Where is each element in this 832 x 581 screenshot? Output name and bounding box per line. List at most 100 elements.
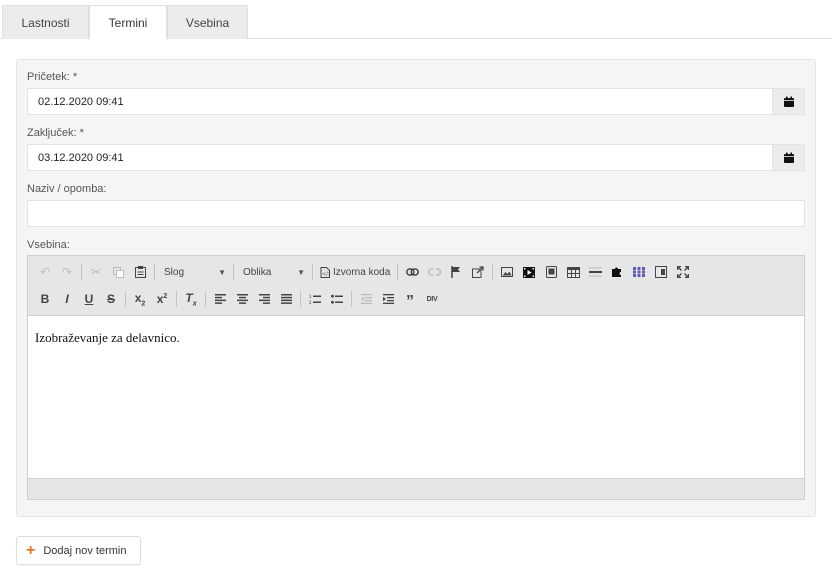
outdent-icon (360, 294, 372, 304)
calendar-icon (783, 96, 794, 107)
align-center-icon (236, 294, 248, 304)
scissors-icon: ✂ (90, 265, 102, 279)
plugin-button[interactable] (606, 261, 628, 283)
start-calendar-button[interactable] (772, 89, 804, 114)
undo-icon: ↶ (39, 265, 51, 279)
start-date-field[interactable]: 02.12.2020 09:41 (27, 88, 805, 115)
align-right-icon (258, 294, 270, 304)
grid-button[interactable] (628, 261, 650, 283)
tab-bar: Lastnosti Termini Vsebina (0, 0, 832, 40)
toolbar-separator (154, 264, 155, 280)
show-blocks-button[interactable] (650, 261, 672, 283)
end-date-field[interactable]: 03.12.2020 09:41 (27, 144, 805, 171)
link-icon (405, 268, 419, 276)
justify-icon (280, 294, 292, 304)
paste-button[interactable] (129, 261, 151, 283)
toolbar-separator (125, 291, 126, 307)
align-left-icon (214, 294, 226, 304)
superscript-button[interactable]: x2 (151, 288, 173, 310)
blockquote-button[interactable]: ” (399, 288, 421, 310)
end-label: Zaključek: * (27, 127, 84, 139)
toolbar-separator (81, 264, 82, 280)
style-combo[interactable]: Slog ▼ (158, 262, 230, 282)
style-combo-label: Slog (164, 266, 185, 278)
video-button[interactable] (518, 261, 540, 283)
underline-button[interactable]: U (78, 288, 100, 310)
tab-termini[interactable]: Termini (89, 5, 167, 40)
subscript-button[interactable]: x2 (129, 288, 151, 310)
unlink-button[interactable] (423, 261, 445, 283)
rich-text-editor: ↶ ↷ ✂ Slog ▼ Oblika ▼ </> Izvorna koda B… (27, 255, 805, 500)
toolbar-separator (176, 291, 177, 307)
div-container-button[interactable]: DIV (421, 288, 443, 310)
cut-button[interactable]: ✂ (85, 261, 107, 283)
copy-icon (112, 266, 124, 278)
term-panel: Pričetek: * 02.12.2020 09:41 Zaključek: … (16, 59, 816, 517)
chevron-down-icon: ▼ (218, 267, 226, 277)
align-right-button[interactable] (253, 288, 275, 310)
toolbar-row-2: B I U S x2 x2 Tx 1 2 ” DIV (34, 288, 443, 310)
toolbar-separator (492, 264, 494, 280)
svg-text:2: 2 (309, 300, 312, 305)
anchor-button[interactable] (445, 261, 467, 283)
italic-button[interactable]: I (56, 288, 78, 310)
remove-format-button[interactable]: Tx (180, 288, 202, 310)
tab-lastnosti[interactable]: Lastnosti (2, 5, 89, 39)
subscript-icon: x2 (134, 290, 146, 308)
editor-content-area[interactable]: Izobraževanje za delavnico. (28, 317, 804, 477)
tab-label: Lastnosti (21, 15, 70, 30)
external-link-button[interactable] (467, 261, 489, 283)
calendar-icon (783, 152, 794, 163)
link-button[interactable] (401, 261, 423, 283)
name-label: Naziv / opomba: (27, 183, 107, 195)
start-date-value: 02.12.2020 09:41 (38, 96, 124, 108)
iframe-icon (545, 266, 557, 278)
grid-icon (633, 267, 646, 277)
bullet-list-button[interactable] (326, 288, 348, 310)
superscript-icon: x2 (156, 292, 168, 306)
toolbar-separator (205, 291, 206, 307)
add-term-button[interactable]: + Dodaj nov termin (16, 536, 141, 565)
outdent-button[interactable] (355, 288, 377, 310)
copy-button[interactable] (107, 261, 129, 283)
align-center-button[interactable] (231, 288, 253, 310)
toolbar-separator (351, 291, 352, 307)
name-input[interactable] (27, 200, 805, 227)
tab-vsebina[interactable]: Vsebina (167, 5, 248, 39)
underline-icon: U (84, 292, 94, 306)
plus-icon: + (26, 541, 36, 559)
tab-label: Termini (108, 16, 148, 30)
toolbar-separator (312, 264, 313, 280)
numbered-list-button[interactable]: 12 (304, 288, 326, 310)
strikethrough-icon: S (106, 292, 115, 306)
quote-icon: ” (406, 293, 414, 310)
maximize-button[interactable] (672, 261, 694, 283)
format-combo[interactable]: Oblika ▼ (237, 262, 309, 282)
chevron-down-icon: ▼ (297, 267, 305, 277)
table-icon (566, 266, 580, 278)
undo-button[interactable]: ↶ (34, 261, 56, 283)
content-label: Vsebina: (27, 239, 70, 251)
source-button[interactable]: </> Izvorna koda (316, 261, 394, 283)
image-button[interactable] (496, 261, 518, 283)
indent-button[interactable] (377, 288, 399, 310)
iframe-button[interactable] (540, 261, 562, 283)
redo-icon: ↷ (61, 265, 73, 279)
svg-text:</>: </> (322, 271, 330, 277)
editor-content-text: Izobraževanje za delavnico. (35, 330, 180, 345)
bold-icon: B (40, 292, 50, 306)
horizontal-rule-button[interactable] (584, 261, 606, 283)
flag-icon (451, 266, 461, 278)
table-button[interactable] (562, 261, 584, 283)
italic-icon: I (65, 292, 69, 306)
editor-toolbar: ↶ ↷ ✂ Slog ▼ Oblika ▼ </> Izvorna koda B… (28, 256, 804, 316)
end-calendar-button[interactable] (772, 145, 804, 170)
bullet-list-icon (331, 294, 343, 304)
strikethrough-button[interactable]: S (100, 288, 122, 310)
redo-button[interactable]: ↷ (56, 261, 78, 283)
bold-button[interactable]: B (34, 288, 56, 310)
justify-button[interactable] (275, 288, 297, 310)
div-icon: DIV (426, 295, 438, 303)
toolbar-separator (397, 264, 399, 280)
align-left-button[interactable] (209, 288, 231, 310)
